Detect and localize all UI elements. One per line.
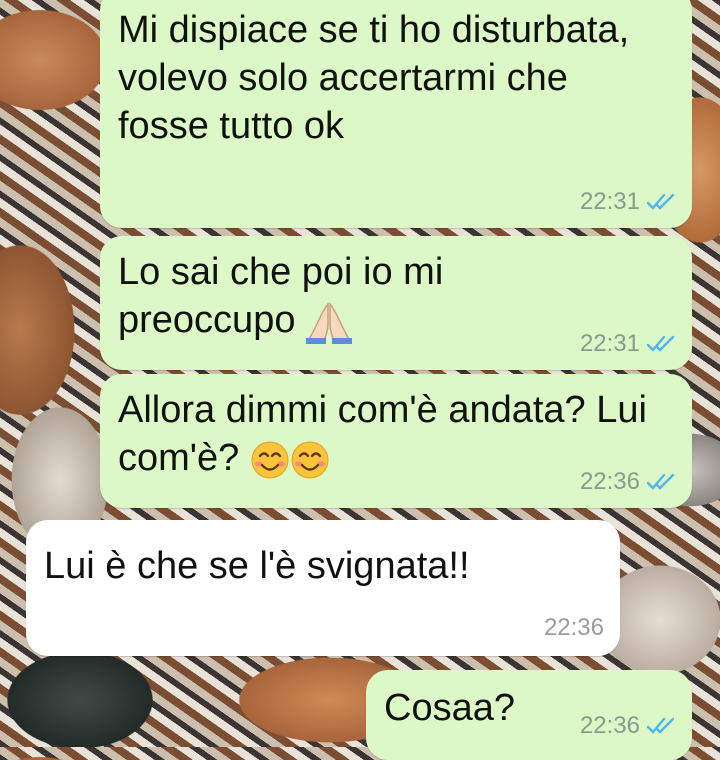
message-time: 22:36: [579, 468, 640, 495]
read-ticks-icon: [646, 193, 675, 210]
message-meta: 22:31: [580, 330, 676, 358]
message-text: Allora dimmi com'è andata? Lui com'è?: [118, 386, 652, 482]
message-text: Lui è che se l'è svignata!!: [44, 545, 470, 587]
message-text: Lo sai che poi io mi preoccupo: [118, 248, 492, 344]
message-text: Mi dispiace se ti ho disturbata, volevo …: [118, 9, 630, 147]
message-text-content: Lo sai che poi io mi preoccupo: [118, 251, 444, 341]
message-meta: 22:36: [580, 712, 676, 740]
message-meta: 22:36: [544, 614, 604, 642]
smiling-face-emoji-icon: [291, 441, 329, 479]
message-meta: 22:31: [580, 188, 676, 216]
message-bubble-outgoing[interactable]: Allora dimmi com'è andata? Lui com'è? 22…: [100, 374, 692, 508]
message-time: 22:36: [543, 614, 604, 641]
smiling-face-emoji-icon: [251, 441, 289, 479]
read-ticks-icon: [646, 473, 675, 490]
message-bubble-outgoing[interactable]: Mi dispiace se ti ho disturbata, volevo …: [100, 0, 692, 228]
message-time: 22:31: [579, 188, 640, 215]
message-bubble-incoming[interactable]: Lui è che se l'è svignata!! 22:36: [26, 520, 620, 656]
read-ticks-icon: [646, 717, 675, 734]
message-time: 22:31: [579, 330, 640, 357]
message-time: 22:36: [579, 712, 640, 739]
message-bubble-outgoing[interactable]: Lo sai che poi io mi preoccupo 22:31: [100, 236, 692, 370]
folded-hands-emoji-icon: [306, 302, 353, 344]
message-text-content: Allora dimmi com'è andata? Lui com'è?: [118, 389, 647, 479]
read-ticks-icon: [646, 335, 675, 352]
message-meta: 22:36: [580, 468, 676, 496]
